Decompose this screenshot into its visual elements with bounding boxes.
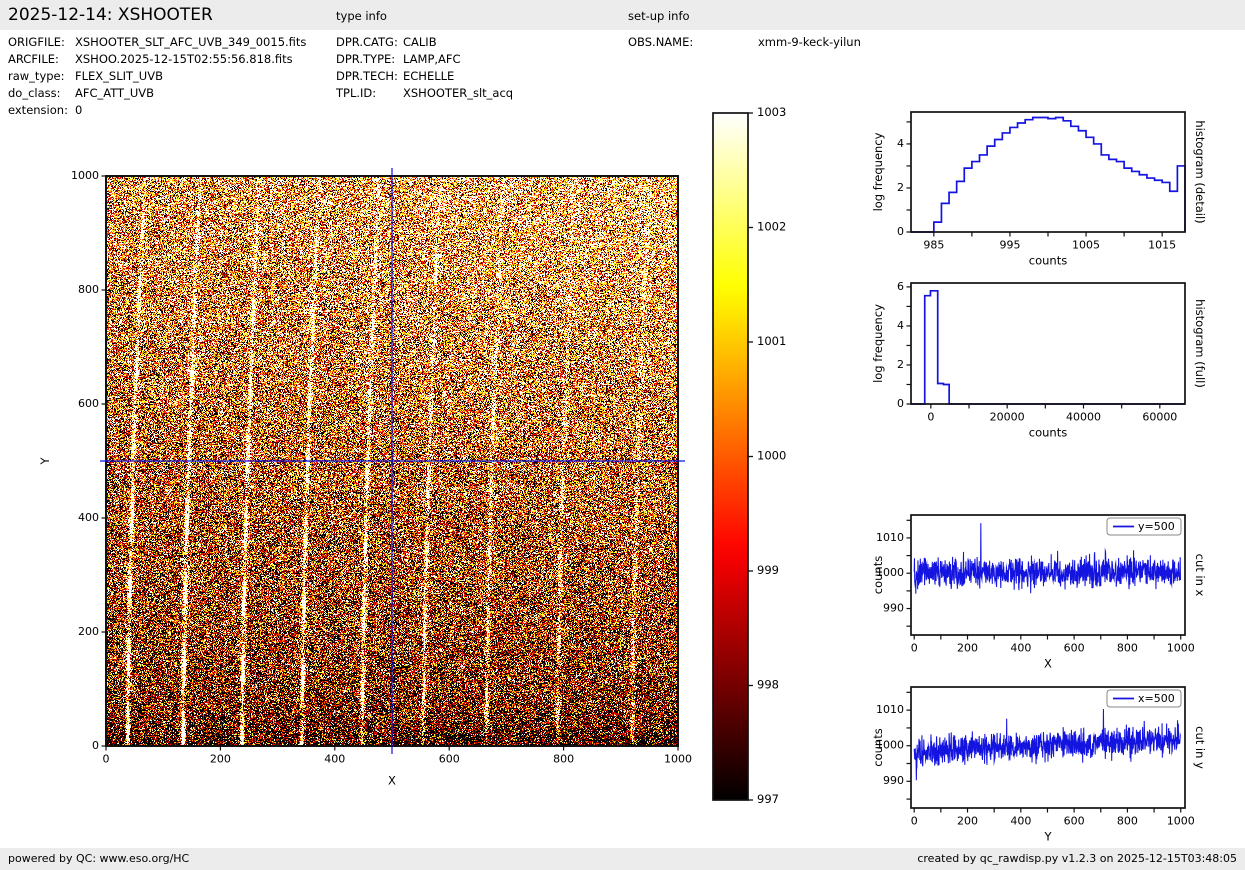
- header-bar: 2025-12-14: XSHOOTER type info set-up in…: [0, 0, 1245, 30]
- section-setup-info: set-up info: [628, 0, 690, 32]
- meta-row: DPR.TYPE:LAMP,AFC: [336, 52, 461, 66]
- meta-value: 0: [75, 103, 82, 117]
- meta-label: DPR.TYPE:: [336, 52, 403, 66]
- meta-value: XSHOOTER_slt_acq: [403, 86, 513, 100]
- section-type-info: type info: [336, 0, 387, 32]
- meta-label: DPR.TECH:: [336, 69, 403, 83]
- meta-value: XSHOO.2025-12-15T02:55:56.818.fits: [75, 52, 293, 66]
- histogram-detail-plot: [855, 90, 1245, 275]
- meta-row: DPR.CATG:CALIB: [336, 35, 437, 49]
- meta-value: ECHELLE: [403, 69, 454, 83]
- meta-label: ORIGFILE:: [8, 35, 75, 49]
- cut-in-y-plot: [855, 666, 1245, 848]
- meta-label: DPR.CATG:: [336, 35, 403, 49]
- meta-row: extension:0: [8, 103, 82, 117]
- meta-row: ORIGFILE:XSHOOTER_SLT_AFC_UVB_349_0015.f…: [8, 35, 306, 49]
- meta-label: ARCFILE:: [8, 52, 75, 66]
- colorbar: [690, 95, 810, 815]
- meta-row: TPL.ID:XSHOOTER_slt_acq: [336, 86, 513, 100]
- meta-row: do_class:AFC_ATT_UVB: [8, 86, 154, 100]
- meta-value: LAMP,AFC: [403, 52, 461, 66]
- qc-report-page: 2025-12-14: XSHOOTER type info set-up in…: [0, 0, 1245, 870]
- footer-bar: powered by QC: www.eso.org/HC created by…: [0, 848, 1245, 870]
- cut-in-x-plot: [855, 494, 1245, 680]
- meta-row: raw_type:FLEX_SLIT_UVB: [8, 69, 163, 83]
- meta-value: FLEX_SLIT_UVB: [75, 69, 163, 83]
- meta-row: DPR.TECH:ECHELLE: [336, 69, 454, 83]
- meta-value: XSHOOTER_SLT_AFC_UVB_349_0015.fits: [75, 35, 306, 49]
- footer-created-by: created by qc_rawdisp.py v1.2.3 on 2025-…: [917, 848, 1237, 870]
- meta-label: raw_type:: [8, 69, 75, 83]
- meta-label: do_class:: [8, 86, 75, 100]
- histogram-full-plot: [855, 262, 1245, 447]
- page-title: 2025-12-14: XSHOOTER: [8, 0, 213, 30]
- meta-label: extension:: [8, 103, 75, 117]
- meta-value: AFC_ATT_UVB: [75, 86, 154, 100]
- footer-powered-by: powered by QC: www.eso.org/HC: [8, 848, 189, 870]
- meta-value: CALIB: [403, 35, 437, 49]
- meta-label: OBS.NAME:: [628, 35, 758, 49]
- meta-label: TPL.ID:: [336, 86, 403, 100]
- meta-value: xmm-9-keck-yilun: [758, 35, 861, 49]
- meta-row: OBS.NAME:xmm-9-keck-yilun: [628, 35, 861, 49]
- main-image-plot: [20, 140, 700, 810]
- meta-row: ARCFILE:XSHOO.2025-12-15T02:55:56.818.fi…: [8, 52, 293, 66]
